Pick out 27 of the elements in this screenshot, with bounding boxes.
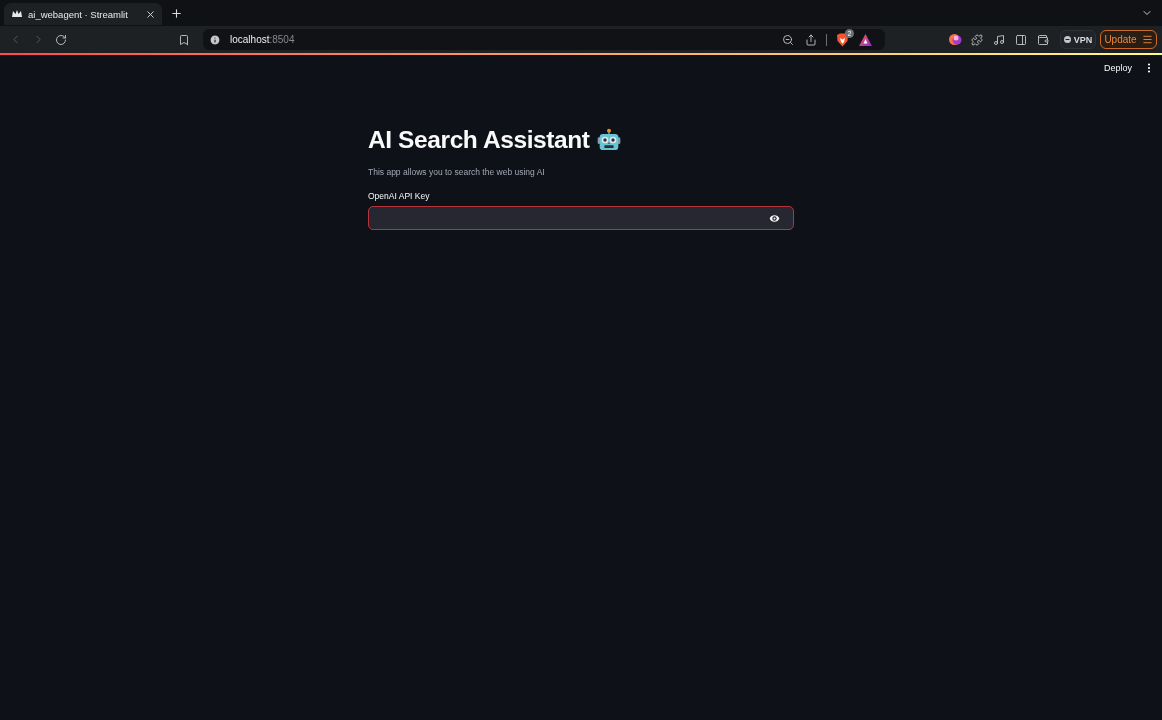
url-text: localhost:8504: [230, 34, 295, 45]
description-text: This app allows you to search the web using AI: [368, 166, 546, 179]
share-icon[interactable]: [805, 33, 817, 46]
zoom-out-icon[interactable]: [782, 33, 794, 46]
deploy-button[interactable]: Deploy: [1098, 60, 1138, 76]
api-key-field[interactable]: [368, 206, 794, 230]
puzzle-icon[interactable]: [971, 33, 983, 46]
plus-icon[interactable]: [169, 6, 183, 20]
page-title: AI Search Assistant: [368, 125, 590, 155]
menu-icon: [1141, 34, 1153, 45]
wallet-icon[interactable]: [1037, 33, 1049, 46]
field-label: OpenAI API Key: [368, 190, 431, 203]
crown-icon: [12, 10, 22, 18]
browser-tab[interactable]: ai_webagent · Streamlit: [4, 3, 162, 25]
bookmark-icon[interactable]: [178, 33, 190, 46]
update-button[interactable]: Update: [1100, 30, 1157, 49]
info-icon[interactable]: [209, 33, 221, 46]
close-icon[interactable]: [145, 8, 156, 20]
vpn-status-icon: [1063, 36, 1071, 43]
reload-icon[interactable]: [55, 33, 67, 46]
shield-icon[interactable]: [835, 32, 849, 47]
triangle-icon[interactable]: [858, 33, 872, 46]
robot-icon: [596, 128, 621, 152]
music-icon[interactable]: [993, 33, 1005, 46]
vpn-button[interactable]: VPN: [1060, 30, 1096, 49]
sidebar-icon[interactable]: [1015, 33, 1027, 46]
circles-icon[interactable]: [948, 33, 962, 46]
